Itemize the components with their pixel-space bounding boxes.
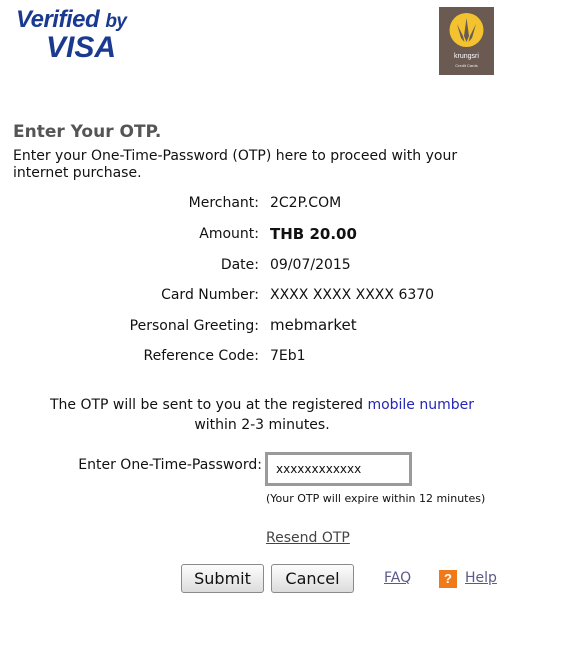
notice-text-after: within 2-3 minutes. [194,417,330,433]
personal-greeting-value: mebmarket [270,316,357,334]
amount-value: THB 20.00 [270,225,357,243]
visa-logo-visa-text: VISA [46,31,117,64]
merchant-value: 2C2P.COM [270,195,342,211]
personal-greeting-label: Personal Greeting: [129,318,259,334]
merchant-label: Merchant: [188,195,259,211]
date-value: 09/07/2015 [270,257,351,273]
visa-logo-by-text: by [105,11,127,32]
amount-label: Amount: [199,226,259,242]
visa-logo-verified-text: Verified [16,6,100,33]
page-title: Enter Your OTP. [13,122,162,142]
card-number-value: XXXX XXXX XXXX 6370 [270,287,435,303]
cancel-button[interactable]: Cancel [271,564,354,593]
otp-delivery-notice: The OTP will be sent to you at the regis… [0,395,524,435]
intro-text: Enter your One-Time-Password (OTP) here … [13,148,458,181]
faq-link[interactable]: FAQ [384,570,411,586]
krungsri-logo: krungsri Credit Cards [439,7,494,75]
bank-subtitle: Credit Cards [455,63,478,68]
verified-by-visa-logo: Verified by VISA [14,6,144,66]
submit-button[interactable]: Submit [181,564,264,593]
resend-otp-link[interactable]: Resend OTP [266,530,350,546]
bank-name: krungsri [454,53,479,60]
krungsri-emblem-icon [449,13,484,47]
reference-code-value: 7Eb1 [270,348,306,364]
otp-expire-note: (Your OTP will expire within 12 minutes) [266,492,486,505]
date-label: Date: [220,257,259,273]
otp-label: Enter One-Time-Password: [78,457,262,473]
card-number-label: Card Number: [161,287,259,303]
otp-input[interactable] [265,452,412,486]
reference-code-label: Reference Code: [143,348,259,364]
help-link[interactable]: Help [465,570,497,586]
help-icon[interactable]: ? [439,570,457,588]
notice-text-before: The OTP will be sent to you at the regis… [49,397,368,413]
mobile-number-link[interactable]: mobile number [367,397,474,413]
